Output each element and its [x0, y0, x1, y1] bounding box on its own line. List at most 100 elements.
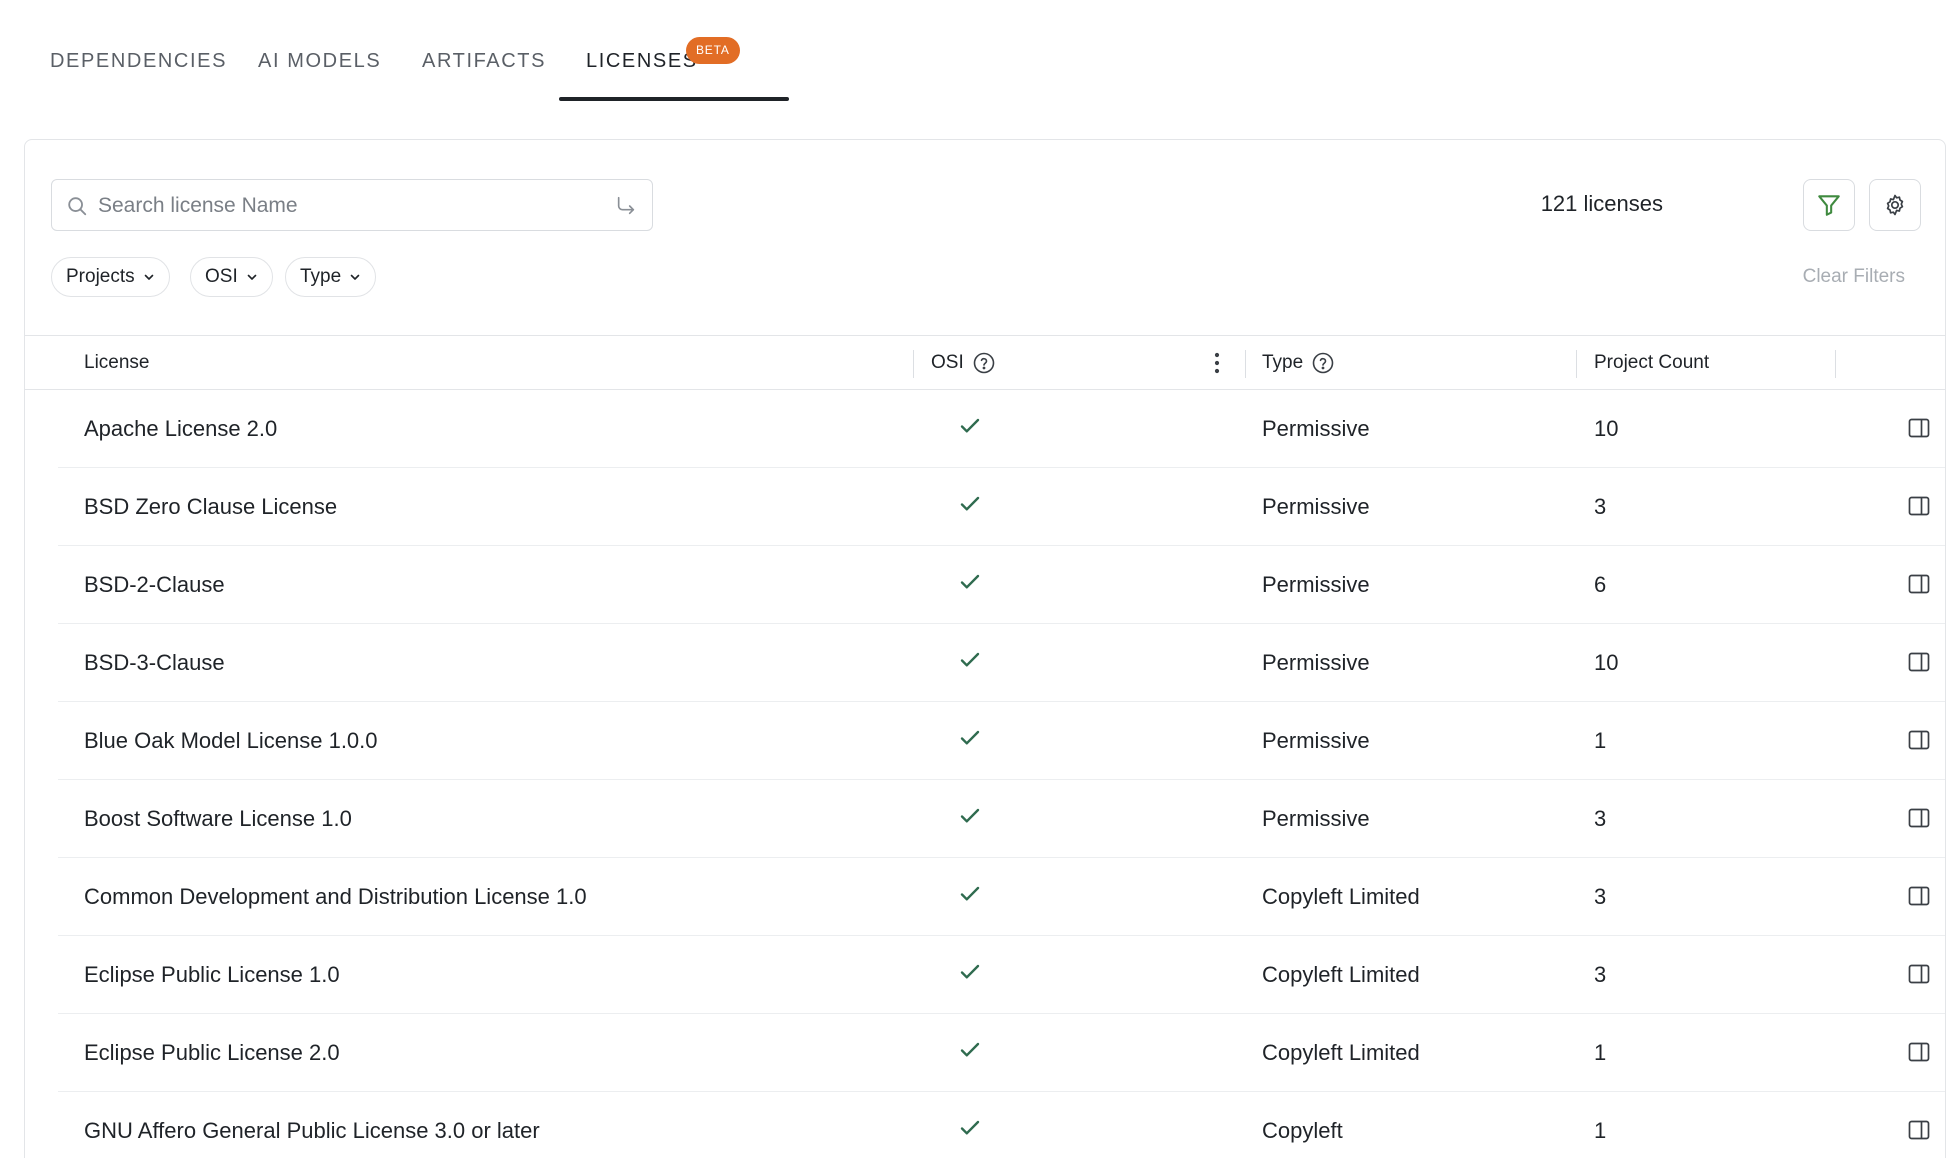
licenses-table: License OSI Type Project Count Apache Li…	[25, 335, 1945, 1158]
side-panel-icon[interactable]	[1907, 572, 1931, 596]
column-divider[interactable]	[1576, 350, 1577, 378]
table-row[interactable]: Apache License 2.0 Permissive 10	[58, 390, 1945, 468]
project-count: 3	[1594, 962, 1607, 987]
filter-button[interactable]	[1803, 179, 1855, 231]
table-row[interactable]: BSD-3-Clause Permissive 10	[58, 624, 1945, 702]
license-name: GNU Affero General Public License 3.0 or…	[84, 1118, 540, 1143]
table-row[interactable]: Blue Oak Model License 1.0.0 Permissive 1	[58, 702, 1945, 780]
side-panel-icon[interactable]	[1907, 1040, 1931, 1064]
osi-filter-chip[interactable]: OSI	[190, 257, 273, 297]
chip-label: OSI	[205, 266, 238, 287]
enter-arrow-icon[interactable]	[614, 195, 638, 217]
chevron-down-icon	[144, 274, 153, 280]
chip-label: Type	[300, 266, 342, 287]
project-count: 10	[1594, 650, 1619, 675]
license-type: Permissive	[1262, 650, 1370, 675]
check-icon	[960, 730, 980, 745]
check-icon	[960, 1120, 980, 1135]
clear-filters-button[interactable]: Clear Filters	[1803, 266, 1905, 288]
project-count: 1	[1594, 1040, 1607, 1065]
side-panel-icon[interactable]	[1907, 806, 1931, 830]
check-icon	[960, 808, 980, 823]
project-count: 1	[1594, 1118, 1607, 1143]
check-icon	[960, 886, 980, 901]
side-panel-icon[interactable]	[1907, 728, 1931, 752]
header-project-count-label: Project Count	[1594, 352, 1710, 373]
table-row[interactable]: Eclipse Public License 2.0 Copyleft Limit…	[58, 1014, 1945, 1092]
tab-bar: DEPENDENCIES AI MODELS ARTIFACTS LICENSE…	[0, 0, 1950, 102]
type-filter-chip[interactable]: Type	[285, 257, 377, 297]
tab-dependencies[interactable]: DEPENDENCIES	[50, 50, 227, 73]
header-license-label: License	[84, 352, 150, 373]
table-row[interactable]: GNU Affero General Public License 3.0 or…	[58, 1092, 1945, 1158]
beta-badge: BETA	[686, 37, 740, 64]
chevron-down-icon	[350, 274, 360, 280]
filter-icon	[1818, 195, 1840, 216]
license-type: Permissive	[1262, 416, 1370, 441]
project-count: 1	[1594, 728, 1607, 753]
table-body: Apache License 2.0 Permissive 10 BSD Zero C…	[25, 390, 1945, 1158]
check-icon	[960, 418, 980, 433]
help-circle-icon[interactable]	[1311, 351, 1335, 375]
tab-ai-models[interactable]: AI MODELS	[258, 50, 381, 73]
license-name: BSD-3-Clause	[84, 650, 225, 675]
license-type: Copyleft Limited	[1262, 1040, 1420, 1065]
chevron-down-icon	[247, 274, 257, 280]
header-osi-label: OSI	[931, 352, 964, 373]
license-type: Copyleft	[1262, 1118, 1343, 1143]
side-panel-icon[interactable]	[1907, 1118, 1931, 1142]
tab-artifacts[interactable]: ARTIFACTS	[422, 50, 546, 73]
header-project-count[interactable]: Project Count	[1594, 336, 1709, 390]
license-type: Permissive	[1262, 494, 1370, 519]
check-icon	[960, 652, 980, 667]
column-divider[interactable]	[1835, 350, 1836, 378]
header-type[interactable]: Type	[1262, 336, 1335, 390]
header-osi[interactable]: OSI	[931, 336, 996, 390]
project-count: 3	[1594, 884, 1607, 909]
table-row[interactable]: BSD-2-Clause Permissive 6	[58, 546, 1945, 624]
settings-button[interactable]	[1869, 179, 1921, 231]
license-name: BSD-2-Clause	[84, 572, 225, 597]
table-header: License OSI Type Project Count	[25, 335, 1945, 390]
table-row[interactable]: Common Development and Distribution Lice…	[58, 858, 1945, 936]
search-box	[51, 179, 653, 231]
kebab-menu-icon[interactable]	[1206, 350, 1228, 376]
license-name: Eclipse Public License 2.0	[84, 1040, 340, 1065]
column-divider[interactable]	[913, 350, 914, 378]
table-row[interactable]: BSD Zero Clause License Permissive 3	[58, 468, 1945, 546]
help-circle-icon[interactable]	[972, 351, 996, 375]
side-panel-icon[interactable]	[1907, 962, 1931, 986]
check-icon	[960, 964, 980, 979]
license-type: Permissive	[1262, 806, 1370, 831]
license-type: Permissive	[1262, 728, 1370, 753]
gear-icon	[1886, 194, 1904, 216]
projects-filter-chip[interactable]: Projects	[51, 257, 170, 297]
licenses-card: 121 licenses Projects OSI Type Clear Fil…	[24, 139, 1946, 1158]
licenses-page: DEPENDENCIES AI MODELS ARTIFACTS LICENSE…	[0, 0, 1950, 1158]
table-row[interactable]: Eclipse Public License 1.0 Copyleft Limit…	[58, 936, 1945, 1014]
chip-label: Projects	[66, 266, 135, 287]
active-tab-indicator	[559, 97, 789, 101]
side-panel-icon[interactable]	[1907, 494, 1931, 518]
tab-licenses[interactable]: LICENSES	[586, 50, 698, 73]
search-input[interactable]	[98, 190, 598, 222]
header-type-label: Type	[1262, 352, 1304, 373]
column-divider[interactable]	[1245, 350, 1246, 378]
project-count: 3	[1594, 494, 1607, 519]
check-icon	[960, 496, 980, 511]
table-row[interactable]: Boost Software License 1.0 Permissive 3	[58, 780, 1945, 858]
project-count: 10	[1594, 416, 1619, 441]
side-panel-icon[interactable]	[1907, 416, 1931, 440]
license-type: Permissive	[1262, 572, 1370, 597]
search-icon	[68, 197, 87, 216]
check-icon	[960, 574, 980, 589]
side-panel-icon[interactable]	[1907, 884, 1931, 908]
license-name: BSD Zero Clause License	[84, 494, 338, 519]
license-name: Blue Oak Model License 1.0.0	[84, 728, 378, 753]
license-name: Eclipse Public License 1.0	[84, 962, 340, 987]
check-icon	[960, 1042, 980, 1057]
side-panel-icon[interactable]	[1907, 650, 1931, 674]
header-license[interactable]: License	[84, 336, 150, 390]
license-name: Common Development and Distribution Lice…	[84, 884, 587, 909]
project-count: 3	[1594, 806, 1607, 831]
